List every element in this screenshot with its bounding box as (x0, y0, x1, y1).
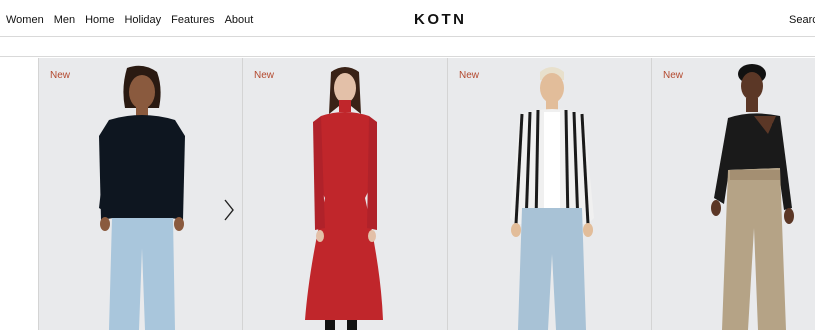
new-badge: New (459, 70, 480, 81)
product-image (510, 67, 594, 330)
sub-header-bar (0, 37, 815, 57)
main-nav: Women Men Home Holiday Features About (6, 13, 263, 27)
nav-holiday[interactable]: Holiday (124, 13, 161, 27)
chevron-right-icon[interactable] (222, 198, 236, 222)
product-image (99, 65, 185, 330)
search-link[interactable]: Search (789, 13, 815, 27)
nav-home[interactable]: Home (85, 13, 114, 27)
nav-about[interactable]: About (225, 13, 254, 27)
product-card[interactable]: New (242, 58, 447, 330)
new-badge: New (254, 70, 275, 81)
product-image (711, 64, 794, 330)
nav-women[interactable]: Women (6, 13, 44, 27)
new-badge: New (50, 70, 71, 81)
brand-logo[interactable]: KOTN (414, 11, 467, 29)
product-card[interactable]: New (651, 58, 815, 330)
product-image (305, 67, 383, 330)
nav-features[interactable]: Features (171, 13, 214, 27)
site-header: Women Men Home Holiday Features About KO… (0, 0, 815, 37)
product-carousel: New New New New (38, 58, 815, 330)
product-card[interactable]: New (447, 58, 651, 330)
product-card[interactable]: New (38, 58, 242, 330)
nav-men[interactable]: Men (54, 13, 75, 27)
new-badge: New (663, 70, 684, 81)
